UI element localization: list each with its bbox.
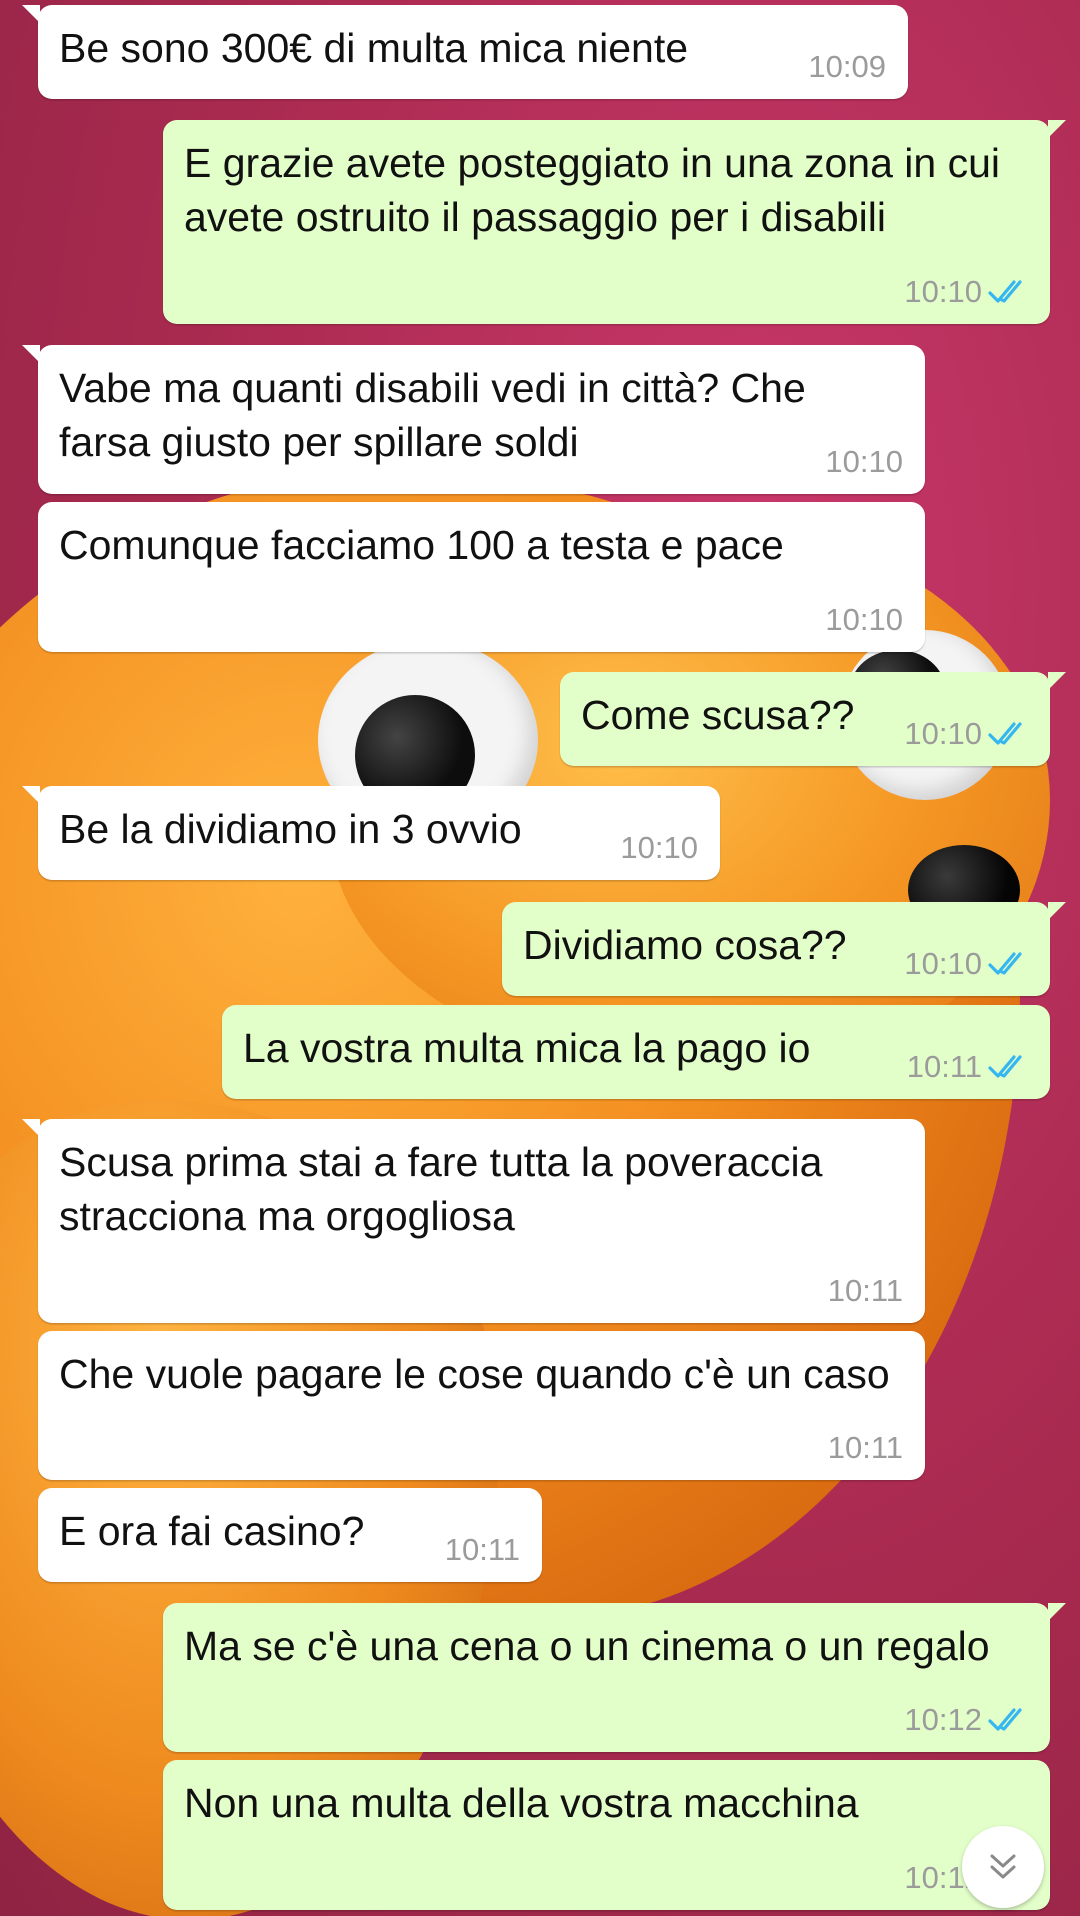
message-text: Scusa prima stai a fare tutta la poverac… bbox=[59, 1139, 834, 1239]
message-time: 10:09 bbox=[808, 49, 886, 84]
message-text: Be la dividiamo in 3 ovvio bbox=[59, 806, 522, 852]
message-bubble-outgoing[interactable]: La vostra multa mica la pago io 10:11 bbox=[222, 1005, 1050, 1099]
message-time: 10:10 bbox=[904, 716, 982, 751]
message-meta: 10:10 bbox=[825, 444, 903, 480]
message-time: 10:11 bbox=[827, 1273, 903, 1308]
message-time: 10:10 bbox=[620, 830, 698, 865]
message-text: Ma se c'è una cena o un cinema o un rega… bbox=[184, 1623, 990, 1669]
message-bubble-incoming[interactable]: Comunque facciamo 100 a testa e pace 10:… bbox=[38, 502, 925, 652]
message-meta: 10:10 bbox=[904, 946, 1028, 982]
message-meta: 10:11 bbox=[828, 1273, 903, 1309]
message-time: 10:11 bbox=[906, 1049, 982, 1084]
scroll-to-bottom-button[interactable] bbox=[962, 1826, 1044, 1908]
message-bubble-outgoing[interactable]: Ma se c'è una cena o un cinema o un rega… bbox=[163, 1603, 1066, 1752]
message-text: Che vuole pagare le cose quando c'è un c… bbox=[59, 1351, 890, 1397]
message-meta: 10:10 bbox=[620, 830, 698, 866]
message-meta: 10:09 bbox=[808, 49, 886, 85]
message-bubble-outgoing[interactable]: E grazie avete posteggiato in una zona i… bbox=[163, 120, 1066, 324]
double-check-icon bbox=[988, 1055, 1022, 1078]
message-text: Vabe ma quanti disabili vedi in città? C… bbox=[59, 365, 818, 465]
message-text: Non una multa della vostra macchina bbox=[184, 1780, 859, 1826]
message-meta: 10:12 bbox=[904, 1702, 1028, 1738]
message-text: Be sono 300€ di multa mica niente bbox=[59, 25, 689, 71]
message-time: 10:12 bbox=[904, 1702, 982, 1737]
message-time: 10:10 bbox=[904, 274, 982, 309]
message-time: 10:11 bbox=[827, 1430, 903, 1465]
double-check-icon bbox=[988, 722, 1022, 745]
message-bubble-incoming[interactable]: E ora fai casino? 10:11 bbox=[38, 1488, 542, 1582]
message-time: 10:10 bbox=[825, 444, 903, 479]
message-meta: 10:10 bbox=[825, 602, 903, 638]
message-list[interactable]: Be sono 300€ di multa mica niente 10:09 … bbox=[0, 0, 1080, 1916]
double-check-icon bbox=[988, 952, 1022, 975]
message-bubble-outgoing[interactable]: Non una multa della vostra macchina 10:1… bbox=[163, 1760, 1050, 1910]
message-text: E grazie avete posteggiato in una zona i… bbox=[184, 140, 1012, 240]
double-chevron-down-icon bbox=[990, 1854, 1016, 1879]
message-meta: 10:10 bbox=[904, 274, 1028, 310]
message-bubble-incoming[interactable]: Scusa prima stai a fare tutta la poverac… bbox=[22, 1119, 925, 1323]
double-check-icon bbox=[988, 280, 1022, 303]
message-bubble-incoming[interactable]: Che vuole pagare le cose quando c'è un c… bbox=[38, 1331, 925, 1480]
message-time: 10:10 bbox=[904, 946, 982, 981]
message-time: 10:10 bbox=[825, 602, 903, 637]
message-meta: 10:10 bbox=[904, 716, 1028, 752]
message-bubble-incoming[interactable]: Be sono 300€ di multa mica niente 10:09 bbox=[22, 5, 908, 99]
message-meta: 10:11 bbox=[907, 1049, 1028, 1085]
message-meta: 10:11 bbox=[828, 1430, 903, 1466]
message-time: 10:11 bbox=[444, 1532, 520, 1567]
message-meta: 10:11 bbox=[445, 1532, 520, 1568]
message-bubble-outgoing[interactable]: Dividiamo cosa?? 10:10 bbox=[502, 902, 1066, 996]
message-bubble-outgoing[interactable]: Come scusa?? 10:10 bbox=[560, 672, 1066, 766]
double-check-icon bbox=[988, 1708, 1022, 1731]
message-bubble-incoming[interactable]: Be la dividiamo in 3 ovvio 10:10 bbox=[22, 786, 720, 880]
message-text: Comunque facciamo 100 a testa e pace bbox=[59, 522, 784, 568]
message-bubble-incoming[interactable]: Vabe ma quanti disabili vedi in città? C… bbox=[22, 345, 925, 494]
